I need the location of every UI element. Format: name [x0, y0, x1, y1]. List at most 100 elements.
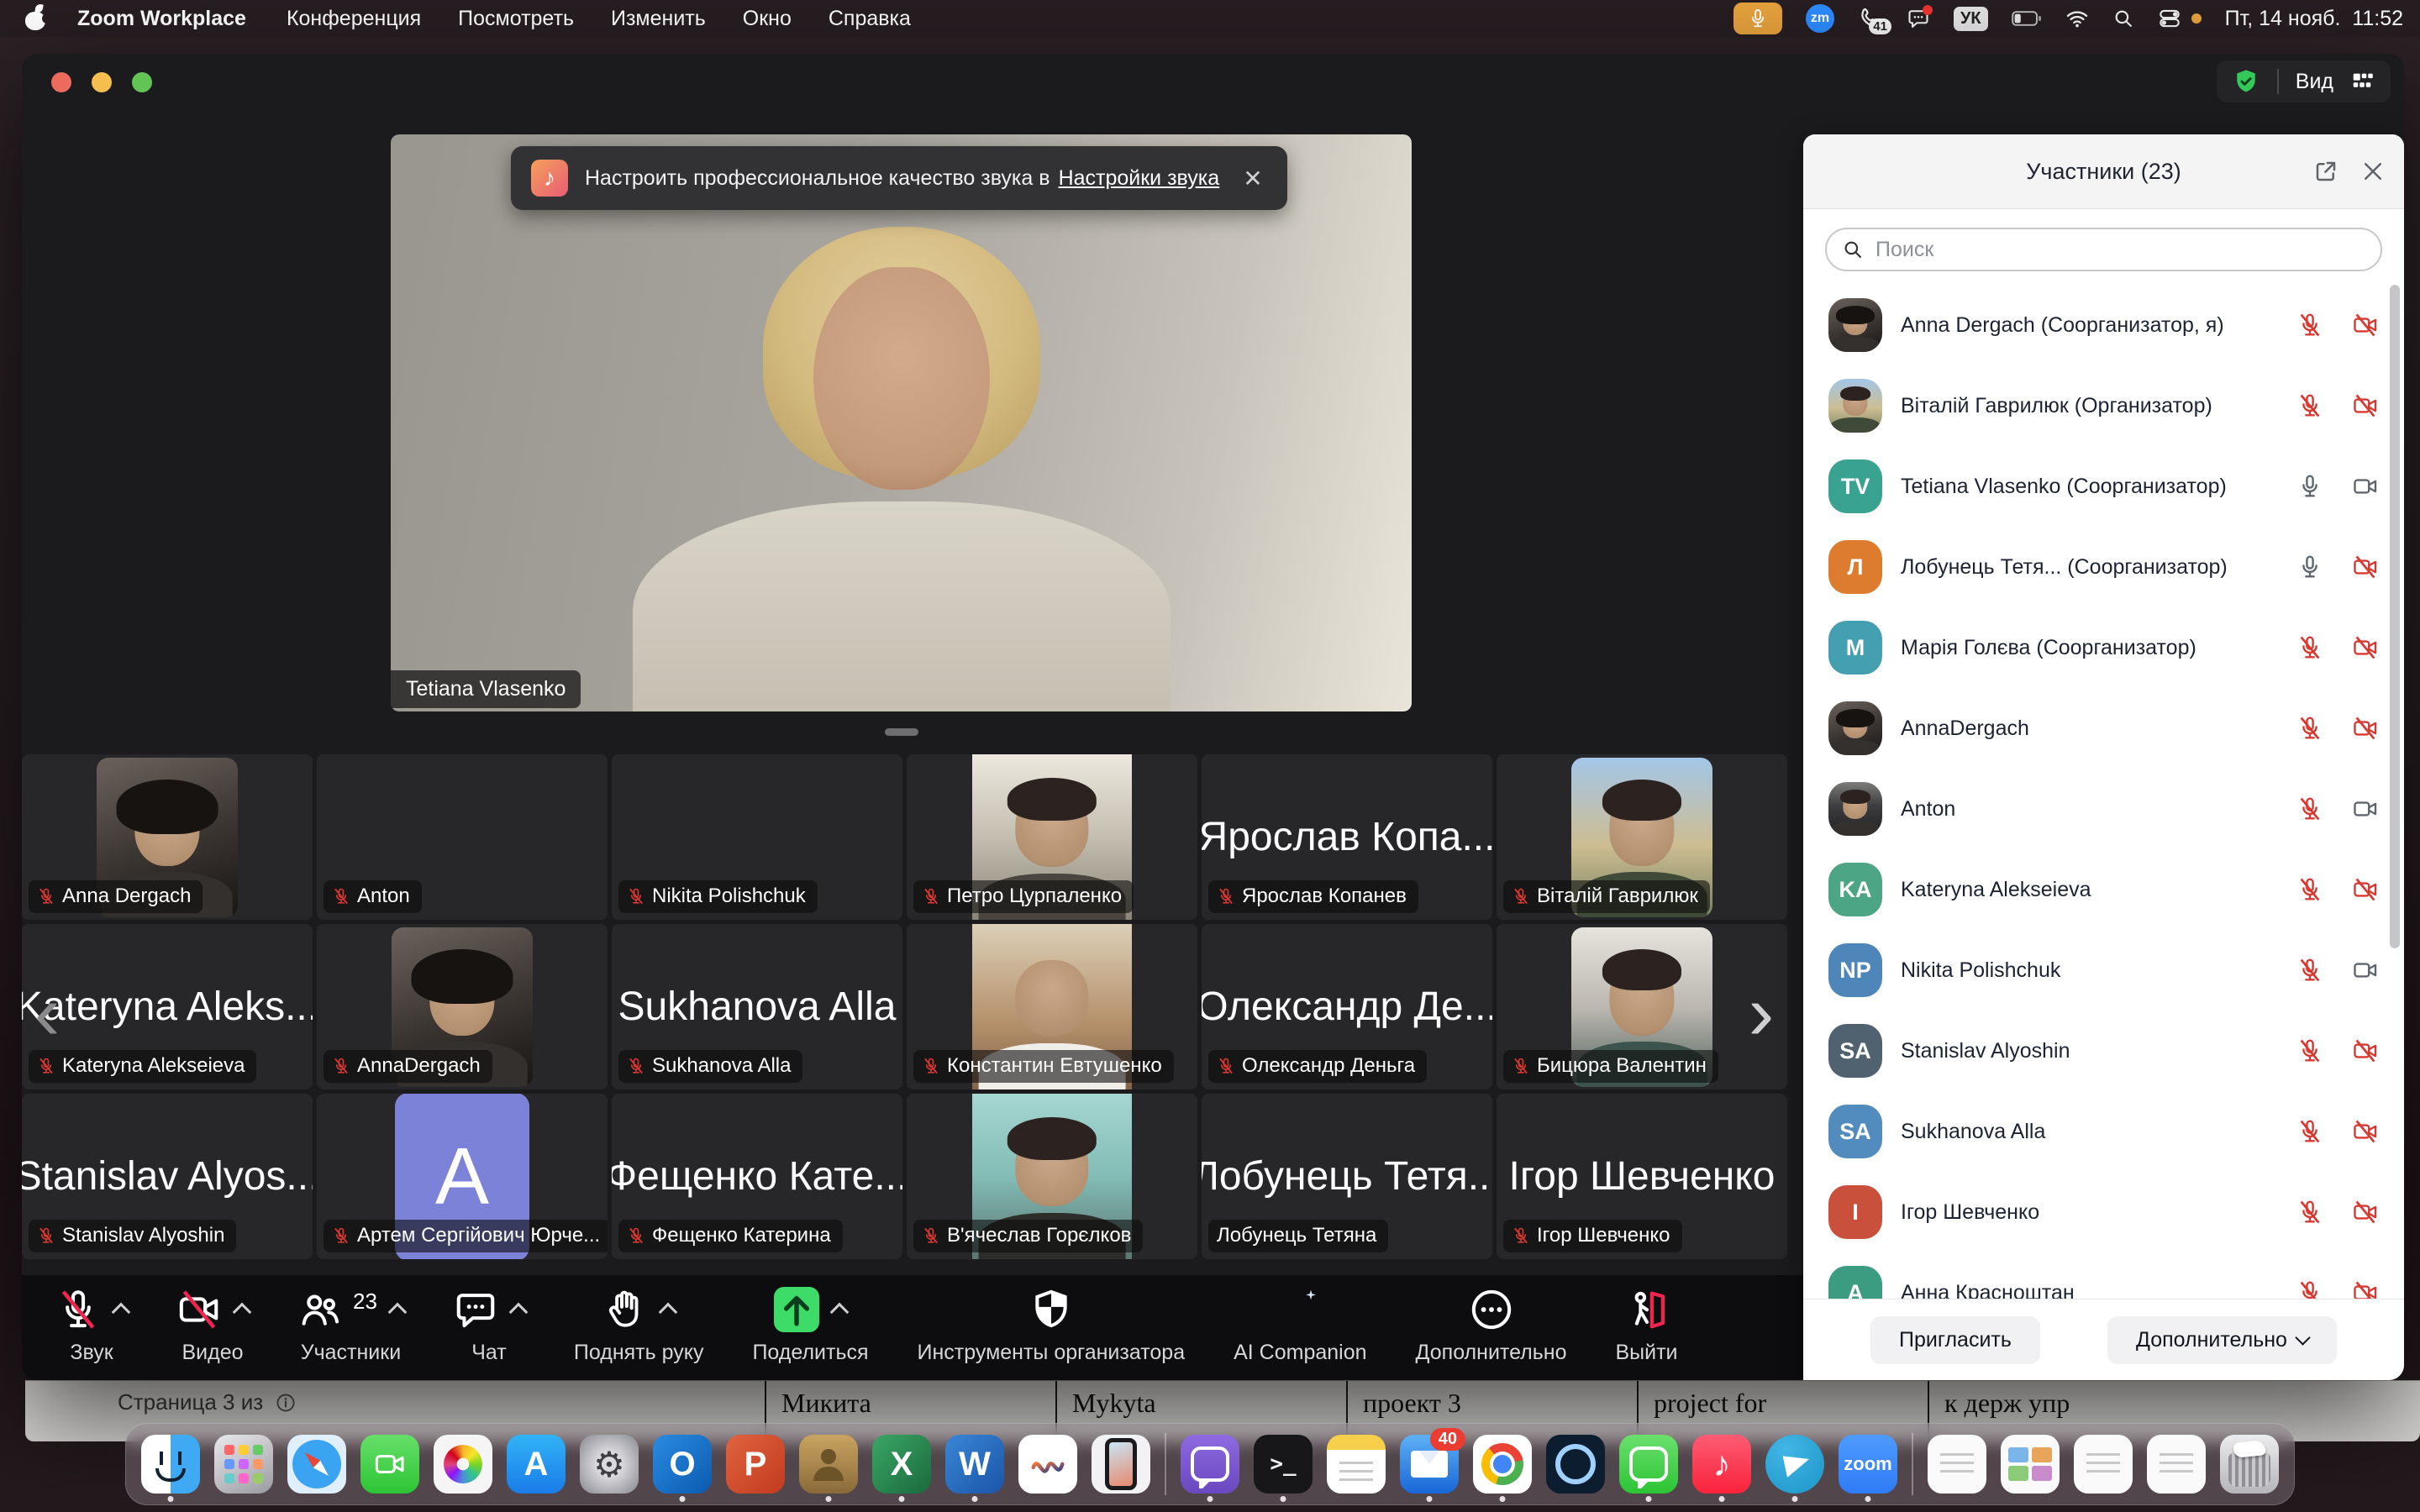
zoom-window-button[interactable] [132, 72, 152, 92]
video-tile[interactable]: Nikita Polishchuk [612, 754, 902, 920]
dock-icon-document-1[interactable] [1928, 1435, 1986, 1494]
popout-panel-icon[interactable] [2313, 159, 2338, 184]
menubar-menu-справка[interactable]: Справка [829, 7, 911, 31]
chevron-up-icon[interactable] [830, 1303, 850, 1322]
toolbar-host-tools-button[interactable]: Инструменты организатора [918, 1287, 1186, 1365]
toolbar-chat-button[interactable]: Чат [453, 1287, 525, 1365]
video-tile[interactable]: Ярослав Копа...Ярослав Копанев [1202, 754, 1492, 920]
banner-close-icon[interactable]: ✕ [1236, 161, 1269, 196]
dock-icon-facetime[interactable] [360, 1435, 419, 1494]
dock-icon-photos[interactable] [434, 1435, 492, 1494]
active-speaker-video[interactable]: Tetiana Vlasenko [391, 134, 1412, 711]
gallery-view-icon[interactable] [2350, 69, 2375, 94]
dock-icon-finder[interactable] [141, 1435, 200, 1494]
participants-more-button[interactable]: Дополнительно [2107, 1316, 2337, 1364]
menubar-zoom-icon[interactable]: zm [1806, 4, 1834, 33]
video-tile[interactable]: Stanislav Alyos...Stanislav Alyoshin [22, 1094, 313, 1259]
video-tile[interactable]: Sukhanova AllaSukhanova Alla [612, 924, 902, 1089]
toolbar-mic-muted-button[interactable]: Звук [55, 1287, 128, 1365]
spotlight-search-icon[interactable] [2112, 8, 2134, 29]
dock-icon-terminal[interactable]: >_ [1254, 1435, 1313, 1494]
participant-row[interactable]: Anton [1803, 769, 2404, 849]
menubar-clock[interactable]: Пт, 14 нояб. 11:52 [2225, 7, 2403, 31]
dock-icon-powerpoint[interactable]: P [726, 1435, 785, 1494]
toolbar-cam-muted-button[interactable]: Видео [176, 1287, 249, 1365]
dock-icon-shazam[interactable] [1546, 1435, 1605, 1494]
menubar-phone-icon[interactable]: 41 [1858, 6, 1883, 31]
video-tile[interactable]: Ігор ШевченкоІгор Шевченко [1497, 1094, 1787, 1259]
dock-icon-iphone-mirroring[interactable] [1092, 1435, 1150, 1494]
menubar-mic-indicator[interactable] [1733, 3, 1782, 34]
participant-row[interactable]: KAKateryna Alekseieva [1803, 849, 2404, 930]
video-tile[interactable]: Anton [317, 754, 608, 920]
video-tile[interactable]: В'ячеслав Горєлков [907, 1094, 1197, 1259]
panel-scrollbar-thumb[interactable] [2390, 285, 2400, 948]
video-tile[interactable]: AnnaDergach [317, 924, 608, 1089]
dock-icon-telegram[interactable] [1765, 1435, 1824, 1494]
menubar-menu-изменить[interactable]: Изменить [611, 7, 706, 31]
video-tile[interactable]: Віталій Гаврилюк [1497, 754, 1787, 920]
dock-icon-mail[interactable]: 40 [1400, 1435, 1459, 1494]
menubar-menu-конференция[interactable]: Конференция [287, 7, 421, 31]
dock-icon-messages[interactable] [1619, 1435, 1678, 1494]
video-tile[interactable]: Петро Цурпаленко [907, 754, 1197, 920]
gallery-next-page-chevron[interactable]: › [1736, 969, 1786, 1062]
keyboard-layout-indicator[interactable]: УК [1954, 7, 1988, 31]
dock-icon-wave-app[interactable] [1018, 1435, 1077, 1494]
toolbar-raise-hand-button[interactable]: Поднять руку [574, 1287, 704, 1365]
dock-icon-music[interactable]: ♪ [1692, 1435, 1751, 1494]
toolbar-share-button[interactable]: Поделиться [752, 1287, 868, 1365]
participant-row[interactable]: ММарія Голєва (Соорганизатор) [1803, 607, 2404, 688]
audio-settings-link[interactable]: Настройки звука [1059, 166, 1220, 190]
chevron-up-icon[interactable] [233, 1303, 252, 1322]
dock-icon-safari[interactable] [287, 1435, 346, 1494]
invite-button[interactable]: Пригласить [1870, 1316, 2040, 1364]
video-tile[interactable]: Фещенко Кате...Фещенко Катерина [612, 1094, 902, 1259]
dock-icon-app-store[interactable]: A [507, 1435, 566, 1494]
chevron-up-icon[interactable] [509, 1303, 529, 1322]
view-menu-label[interactable]: Вид [2296, 70, 2333, 94]
chevron-up-icon[interactable] [388, 1303, 408, 1322]
dock-icon-trash[interactable] [2220, 1435, 2279, 1494]
menubar-menu-окно[interactable]: Окно [743, 7, 792, 31]
participant-row[interactable]: Anna Dergach (Соорганизатор, я) [1803, 285, 2404, 365]
toolbar-participants-button[interactable]: 23 Участники [297, 1287, 404, 1365]
toolbar-ai-companion-button[interactable]: AI Companion [1234, 1287, 1366, 1365]
participant-row[interactable]: Віталій Гаврилюк (Организатор) [1803, 365, 2404, 446]
dock-icon-outlook[interactable]: O [653, 1435, 712, 1494]
participant-row[interactable]: AnnaDergach [1803, 688, 2404, 769]
minimize-window-button[interactable] [92, 72, 112, 92]
dock-icon-download-stack[interactable] [2001, 1435, 2060, 1494]
dock-icon-document-3[interactable] [2147, 1435, 2206, 1494]
video-tile[interactable]: Anna Dergach [22, 754, 313, 920]
dock-icon-word[interactable]: W [945, 1435, 1004, 1494]
participant-row[interactable]: SASukhanova Alla [1803, 1091, 2404, 1172]
toolbar-leave-button[interactable]: Выйти [1615, 1287, 1677, 1365]
dock-icon-system-settings[interactable]: ⚙ [580, 1435, 639, 1494]
video-tile[interactable]: Константин Евтушенко [907, 924, 1197, 1089]
dock-icon-chrome[interactable] [1473, 1435, 1532, 1494]
participant-row[interactable]: ААнна Красноштан [1803, 1252, 2404, 1299]
menubar-menu-посмотреть[interactable]: Посмотреть [458, 7, 574, 31]
video-tile[interactable]: Олександр Де...Олександр Деньга [1202, 924, 1492, 1089]
toolbar-more-button[interactable]: Дополнительно [1416, 1287, 1567, 1365]
video-tile[interactable]: ААртем Сергійович Юрче... [317, 1094, 608, 1259]
chevron-up-icon[interactable] [112, 1303, 131, 1322]
dock-icon-notes[interactable] [1327, 1435, 1386, 1494]
participant-row[interactable]: SAStanislav Alyoshin [1803, 1011, 2404, 1091]
participant-row[interactable]: TVTetiana Vlasenko (Соорганизатор) [1803, 446, 2404, 527]
participant-row[interactable]: ЛЛобунець Тетя... (Соорганизатор) [1803, 527, 2404, 607]
close-panel-icon[interactable] [2360, 159, 2386, 184]
dock-icon-launchpad[interactable] [214, 1435, 273, 1494]
security-shield-icon[interactable] [2232, 67, 2260, 96]
control-center-icon[interactable] [2158, 7, 2181, 30]
menubar-viber-icon[interactable] [1907, 7, 1930, 30]
wifi-icon[interactable] [2065, 7, 2089, 30]
video-tile[interactable]: Лобунець Тетя...Лобунець Тетяна [1202, 1094, 1492, 1259]
gallery-prev-page-chevron[interactable]: ‹ [22, 969, 72, 1062]
dock-icon-excel[interactable]: X [872, 1435, 931, 1494]
filmstrip-resize-handle[interactable] [885, 728, 918, 736]
dock-icon-document-2[interactable] [2074, 1435, 2133, 1494]
menubar-app-name[interactable]: Zoom Workplace [77, 7, 246, 31]
dock-icon-viber[interactable] [1181, 1435, 1239, 1494]
